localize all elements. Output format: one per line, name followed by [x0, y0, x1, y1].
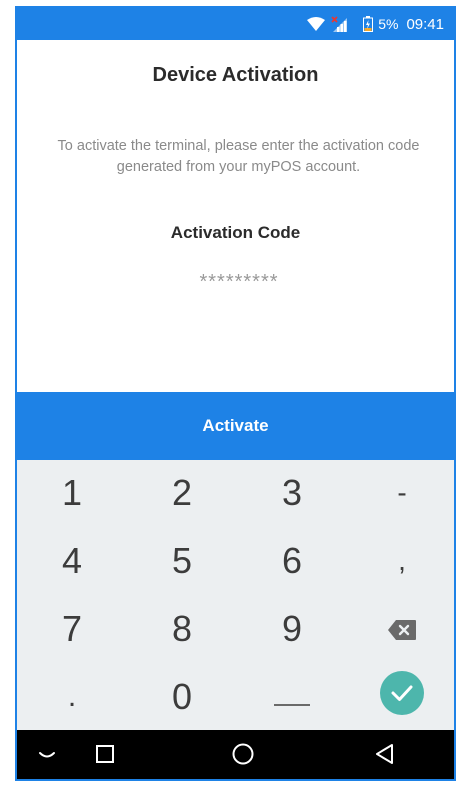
key-7-label: 7: [61, 608, 83, 649]
no-signal-icon: [331, 16, 349, 32]
key-confirm[interactable]: [347, 664, 454, 730]
key-space[interactable]: [237, 664, 347, 730]
key-4[interactable]: 4: [17, 528, 127, 594]
key-8-label: 8: [171, 608, 193, 649]
key-1-label: 1: [61, 472, 83, 513]
back-button[interactable]: [355, 730, 415, 779]
activate-button[interactable]: Activate: [17, 392, 454, 460]
key-dot[interactable]: .: [17, 664, 127, 730]
key-6[interactable]: 6: [237, 528, 347, 594]
wifi-icon: [307, 17, 326, 31]
key-comma[interactable]: ,: [347, 528, 454, 594]
instructions-text: To activate the terminal, please enter t…: [57, 138, 420, 175]
phone-screen: 5% 09:41 Device Activation To activate t…: [15, 6, 456, 781]
battery-low-icon: [363, 16, 374, 32]
status-bar: 5% 09:41: [17, 8, 454, 40]
key-5[interactable]: 5: [127, 528, 237, 594]
key-8[interactable]: 8: [127, 596, 237, 662]
activation-code-input[interactable]: [137, 266, 341, 298]
home-icon: [231, 742, 255, 771]
key-dash[interactable]: -: [347, 460, 454, 526]
home-button[interactable]: [213, 730, 273, 779]
key-9[interactable]: 9: [237, 596, 347, 662]
key-backspace[interactable]: [347, 596, 454, 662]
hide-keyboard-button[interactable]: [17, 730, 77, 779]
android-nav-bar: [17, 730, 454, 779]
key-3-label: 3: [281, 472, 303, 513]
key-7[interactable]: 7: [17, 596, 127, 662]
key-2[interactable]: 2: [127, 460, 237, 526]
key-4-label: 4: [61, 540, 83, 581]
key-9-label: 9: [281, 608, 303, 649]
key-1[interactable]: 1: [17, 460, 127, 526]
key-0[interactable]: 0: [127, 664, 237, 730]
clock: 09:41: [406, 15, 444, 33]
hide-keyboard-icon: [38, 748, 56, 766]
key-2-label: 2: [171, 472, 193, 513]
key-comma-label: ,: [398, 545, 406, 576]
key-0-label: 0: [171, 676, 193, 717]
activation-code-label: Activation Code: [170, 223, 301, 242]
numeric-keypad: 1 2 3 - 4 5 6 , 7 8 9 . 0: [17, 460, 454, 730]
key-dash-label: -: [397, 477, 407, 508]
page-title: Device Activation: [152, 64, 319, 86]
key-6-label: 6: [281, 540, 303, 581]
key-3[interactable]: 3: [237, 460, 347, 526]
backspace-icon: [387, 608, 417, 650]
space-bar-icon: [274, 676, 310, 718]
recents-icon: [95, 744, 115, 769]
back-icon: [374, 743, 396, 770]
key-dot-label: .: [67, 680, 77, 713]
battery-percent: 5%: [378, 16, 399, 32]
confirm-check-icon: [379, 670, 425, 725]
recents-button[interactable]: [75, 730, 135, 779]
key-5-label: 5: [171, 540, 193, 581]
